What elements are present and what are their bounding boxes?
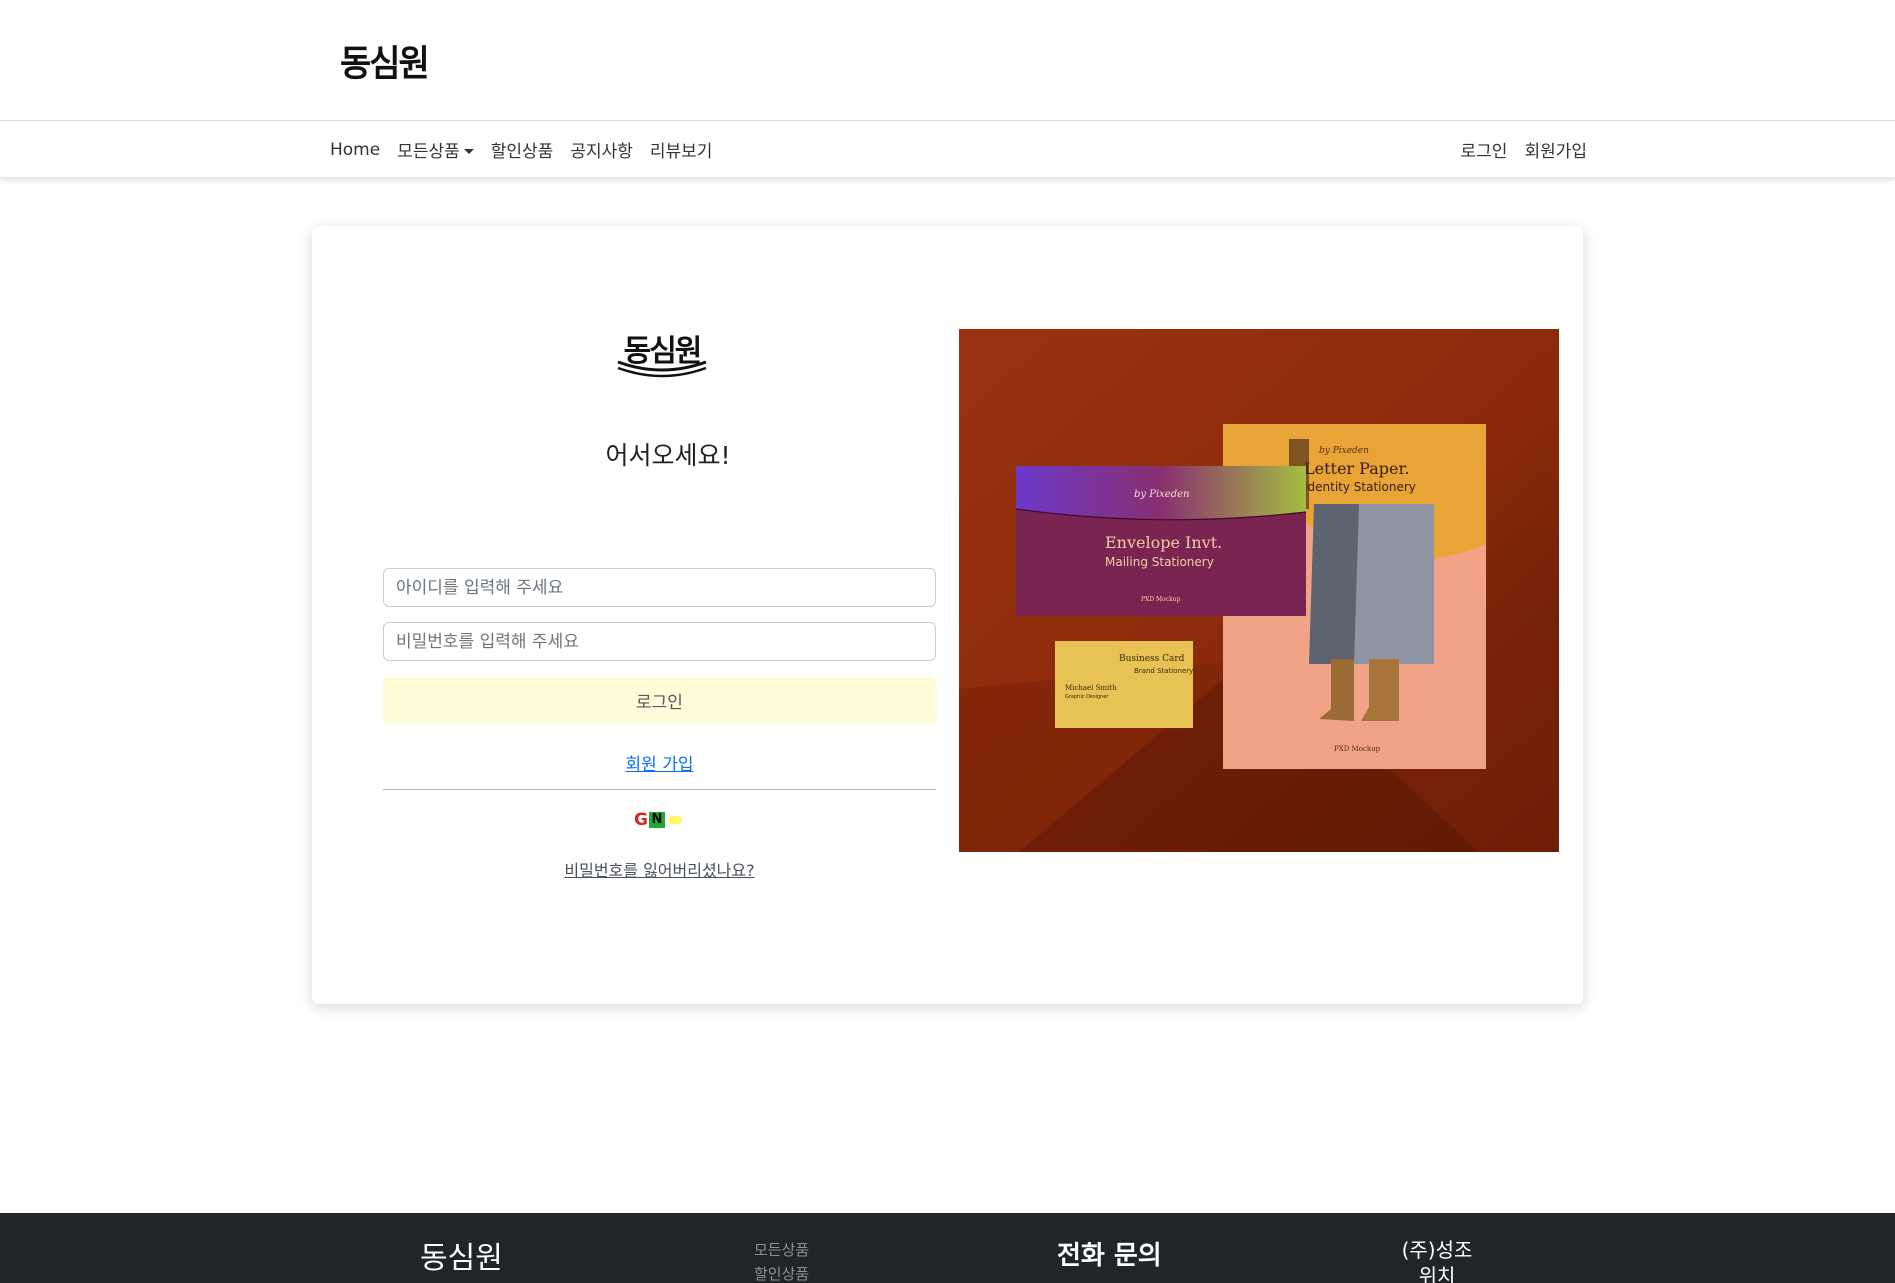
google-login-icon[interactable]: G — [634, 811, 648, 829]
social-login-group: G N — [634, 811, 682, 829]
envelope-by-text: by Pixeden — [1134, 489, 1189, 500]
login-button[interactable]: 로그인 — [383, 677, 936, 723]
forgot-password-link[interactable]: 비밀번호를 잃어버리셨나요? — [383, 857, 936, 881]
envelope-mockup-text: PXD Mockup — [1141, 596, 1181, 603]
logo-arc-icon — [617, 360, 707, 378]
letter-subtitle-text: Identity Stationery — [1304, 480, 1416, 494]
card-subtitle-text: Brand Stationery — [1134, 667, 1193, 675]
footer-links: 모든상품 할인상품 — [754, 1238, 809, 1283]
envelope-subtitle-text: Mailing Stationery — [1105, 555, 1214, 569]
nav-signup[interactable]: 회원가입 — [1524, 137, 1587, 162]
card-title-text: Business Card — [1119, 654, 1185, 664]
nav-discount-products[interactable]: 할인상품 — [491, 137, 554, 162]
caret-down-icon — [463, 149, 474, 154]
username-input[interactable] — [383, 568, 936, 607]
welcome-heading: 어서오세요! — [605, 441, 731, 470]
footer-brand: 동심원 — [420, 1241, 503, 1276]
nav-home[interactable]: Home — [330, 140, 380, 160]
signup-link[interactable]: 회원 가입 — [383, 750, 936, 775]
main-navbar: Home 모든상품 할인상품 공지사항 리뷰보기 로그인 회원가입 — [0, 121, 1895, 178]
nav-right-group: 로그인 회원가입 — [1461, 121, 1587, 178]
login-card: 동심원 어서오세요! 로그인 회원 가입 G N 비밀번호를 잃어버리셨나요? — [312, 226, 1583, 1004]
footer-phone-heading: 전화 문의 — [1057, 1241, 1162, 1271]
naver-login-icon[interactable]: N — [648, 812, 665, 828]
brand-bar: 동심원 — [0, 0, 1895, 121]
letter-title-text: Letter Paper. — [1304, 459, 1409, 478]
footer-link-discount-products[interactable]: 할인상품 — [754, 1262, 809, 1283]
letter-mockup-text: PXD Mockup — [1334, 745, 1381, 753]
nav-reviews[interactable]: 리뷰보기 — [650, 137, 713, 162]
letter-by-text: by Pixeden — [1319, 446, 1369, 456]
stationery-mockup-image: by Pixeden Letter Paper. Identity Statio… — [959, 329, 1559, 852]
card-logo: 동심원 — [610, 326, 714, 378]
nav-left-group: Home 모든상품 할인상품 공지사항 리뷰보기 — [330, 121, 712, 178]
footer-company: (주)성조 위치 — [1397, 1237, 1477, 1283]
nav-all-products-label: 모든상품 — [397, 142, 460, 162]
nav-notice[interactable]: 공지사항 — [570, 137, 633, 162]
nav-all-products-dropdown[interactable]: 모든상품 — [397, 137, 474, 162]
card-role-text: Graphic Designer — [1065, 694, 1109, 700]
envelope-title-text: Envelope Invt. — [1105, 533, 1222, 552]
divider — [383, 789, 936, 790]
nav-login[interactable]: 로그인 — [1461, 137, 1508, 162]
site-logo[interactable]: 동심원 — [340, 35, 430, 86]
password-input[interactable] — [383, 622, 936, 661]
footer-company-name: (주)성조 — [1401, 1238, 1473, 1262]
kakao-login-icon[interactable] — [667, 816, 682, 824]
footer-company-location: 위치 — [1418, 1264, 1456, 1283]
card-name-text: Michael Smith — [1065, 684, 1117, 692]
footer-link-all-products[interactable]: 모든상품 — [754, 1238, 809, 1262]
mockup-illustration: by Pixeden Letter Paper. Identity Statio… — [959, 329, 1559, 852]
site-footer: 동심원 모든상품 할인상품 전화 문의 (주)성조 위치 — [0, 1213, 1895, 1283]
